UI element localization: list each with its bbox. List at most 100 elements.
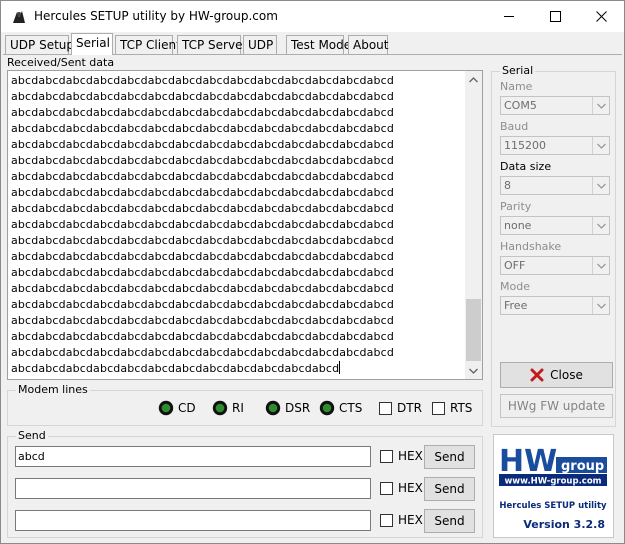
tab-tcp-client[interactable]: TCP Client [115,35,181,55]
serial-field-label: Name [500,80,533,93]
send-button-2[interactable]: Send [424,477,475,501]
tab-udp[interactable]: UDP [243,35,277,55]
hex-checkbox-2[interactable] [380,482,393,495]
combo-value: 115200 [504,139,546,152]
serial-data-size-select[interactable]: 8 [500,176,610,195]
led-label: RI [232,401,244,415]
hw-group-logo-graphic: HW group www.HW-group.com Hercules SETUP… [497,444,609,531]
received-line: abcdabcdabcdabcdabcdabcdabcdabcdabcdabcd… [11,137,466,153]
combo-value: OFF [504,259,526,272]
led-cd-indicator [158,400,174,416]
text-cursor [339,361,341,374]
received-line-text: abcdabcdabcdabcdabcdabcdabcdabcdabcdabcd… [11,218,394,231]
minimize-icon [503,16,514,17]
received-line: abcdabcdabcdabcdabcdabcdabcdabcdabcdabcd… [11,329,466,345]
fw-update-label: HWg FW update [507,399,606,413]
serial-name-select[interactable]: COM5 [500,96,610,115]
send-group-title: Send [16,429,48,442]
received-line-text: abcdabcdabcdabcdabcdabcdabcdabcdabcdabcd… [11,74,394,87]
maximize-icon [549,11,561,22]
received-line-text: abcdabcdabcdabcdabcdabcdabcdabcdabcdabcd… [11,90,394,103]
received-line-text: abcdabcdabcdabcdabcdabcdabcdabcdabcdabcd… [11,346,394,359]
dropdown-arrow[interactable] [592,257,609,274]
serial-field-label: Mode [500,280,530,293]
received-line: abcdabcdabcdabcdabcdabcdabcdabcdabcdabcd… [11,89,466,105]
dropdown-arrow[interactable] [592,97,609,114]
received-line-text: abcdabcdabcdabcdabcdabcdabcdabcdabcdabcd… [11,170,394,183]
serial-baud-select[interactable]: 115200 [500,136,610,155]
close-window-button[interactable] [578,1,624,32]
chevron-down-icon [596,223,606,229]
chevron-down-icon [596,143,606,149]
logo-product-text: Hercules SETUP utility [499,501,607,511]
scroll-thumb[interactable] [466,299,481,361]
close-port-button[interactable]: Close [500,362,613,388]
received-line-text: abcdabcdabcdabcdabcdabcdabcdabcdabcdabcd… [11,362,340,375]
received-line-text: abcdabcdabcdabcdabcdabcdabcdabcdabcdabcd… [11,106,394,119]
received-scrollbar[interactable] [465,71,482,379]
received-line: abcdabcdabcdabcdabcdabcdabcdabcdabcdabcd… [11,121,466,137]
tab-label: Serial [76,36,110,50]
tab-tcp-server[interactable]: TCP Server [177,35,247,55]
led-label: CTS [339,401,363,415]
serial-field-label: Data size [500,160,552,173]
minimize-button[interactable] [486,1,532,32]
logo-group-text: group [561,459,604,474]
tab-test-mode[interactable]: Test Mode [286,35,351,55]
received-line: abcdabcdabcdabcdabcdabcdabcdabcdabcdabcd… [11,217,466,233]
send-input-1[interactable]: abcd [15,446,371,467]
dropdown-arrow[interactable] [592,177,609,194]
send-button-label: Send [434,450,465,464]
combo-value: Free [504,299,528,312]
tab-label: TCP Client [120,38,181,52]
tab-label: About [353,38,389,52]
received-line: abcdabcdabcdabcdabcdabcdabcdabcdabcdabcd… [11,313,466,329]
checkbox-dtr[interactable] [379,402,392,415]
tab-label: UDP Setup [10,38,75,52]
send-input-3[interactable] [15,510,371,531]
hwg-fw-update-button[interactable]: HWg FW update [500,394,613,418]
dropdown-arrow[interactable] [592,217,609,234]
checkbox-rts[interactable] [432,402,445,415]
serial-parity-select[interactable]: none [500,216,610,235]
combo-value: none [504,219,532,232]
led-dsr-indicator [265,400,281,416]
scroll-down-arrow[interactable] [465,362,482,379]
send-button-3[interactable]: Send [424,509,475,533]
tab-serial[interactable]: Serial [71,33,113,55]
received-line: abcdabcdabcdabcdabcdabcdabcdabcdabcdabcd… [11,297,466,313]
logo-hw-text: HW [499,444,557,479]
logo-url-text: www.HW-group.com [504,477,601,487]
dropdown-arrow[interactable] [592,137,609,154]
tab-label: Test Mode [291,38,352,52]
checkbox-label: DTR [397,401,422,415]
tab-about[interactable]: About [348,35,388,55]
serial-mode-select[interactable]: Free [500,296,610,315]
received-line: abcdabcdabcdabcdabcdabcdabcdabcdabcdabcd… [11,345,466,361]
hex-checkbox-3[interactable] [380,514,393,527]
hex-checkbox-1[interactable] [380,450,393,463]
send-button-label: Send [434,514,465,528]
received-line-text: abcdabcdabcdabcdabcdabcdabcdabcdabcdabcd… [11,122,394,135]
red-x-icon [530,368,544,382]
chevron-down-icon [596,303,606,309]
combo-value: 8 [504,179,511,192]
send-button-label: Send [434,482,465,496]
received-line-text: abcdabcdabcdabcdabcdabcdabcdabcdabcdabcd… [11,314,394,327]
tab-udp-setup[interactable]: UDP Setup [5,35,74,55]
send-button-1[interactable]: Send [424,445,475,469]
app-window: Hercules SETUP utility by HW-group.com U… [0,0,625,544]
received-line: abcdabcdabcdabcdabcdabcdabcdabcdabcdabcd… [11,73,466,89]
received-line-text: abcdabcdabcdabcdabcdabcdabcdabcdabcdabcd… [11,282,394,295]
chevron-down-icon [596,103,606,109]
hercules-app-icon [11,9,27,25]
maximize-button[interactable] [532,1,578,32]
chevron-down-icon [469,368,478,374]
received-data-textarea[interactable]: abcdabcdabcdabcdabcdabcdabcdabcdabcdabcd… [7,70,483,380]
title-bar[interactable]: Hercules SETUP utility by HW-group.com [1,1,624,32]
serial-handshake-select[interactable]: OFF [500,256,610,275]
dropdown-arrow[interactable] [592,297,609,314]
scroll-up-arrow[interactable] [465,71,482,88]
logo-version-text: Version 3.2.8 [523,518,605,531]
send-input-2[interactable] [15,478,371,499]
